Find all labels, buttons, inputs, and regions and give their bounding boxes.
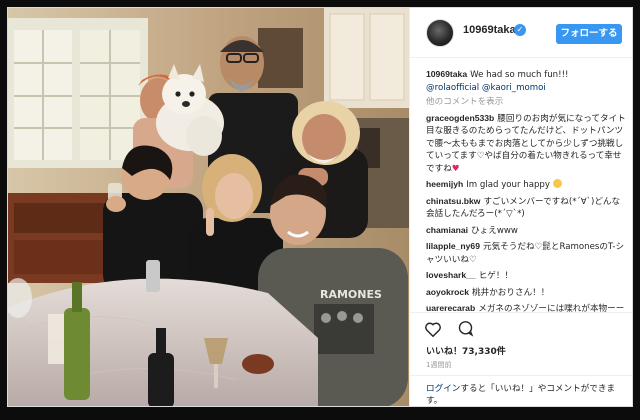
list-item: graceogden533b 腰回りのお肉が気になってタイト目な服きるのためらって… [426, 112, 626, 176]
list-item: uarerecarabメガネのネゾゾーには喋れが本物ーー口 [426, 302, 626, 312]
comment-text: ひょえwww [471, 225, 518, 236]
likes-count[interactable]: いいね！73,330件 [426, 344, 506, 357]
login-link[interactable]: ログイン [426, 384, 460, 394]
comment-username[interactable]: chamianai [426, 225, 468, 235]
comment-username[interactable]: chinatsu.bkw [426, 196, 480, 206]
list-item: chinatsu.bkw すごいメンバーですね(*´∀`)どんな会話したんだろー(… [426, 195, 626, 221]
caption-mentions[interactable]: @rolaofficial @kaori_momoi [426, 82, 626, 95]
header-username[interactable]: 10969taka [463, 24, 516, 36]
avatar[interactable] [426, 19, 454, 47]
heart-icon[interactable] [424, 321, 442, 341]
comment-username[interactable]: uarerecarab [426, 303, 475, 312]
post-header: 10969taka ✓ フォローする [410, 8, 632, 58]
comment-username[interactable]: heemijyh [426, 179, 463, 189]
list-item: loveshark__ ヒゲ！！ [426, 269, 626, 283]
smile-emoji-icon [552, 179, 562, 188]
post-photo[interactable]: RAMONES [8, 8, 409, 406]
comments-list: 10969taka We had so much fun!!! @rolaoffi… [426, 68, 626, 312]
list-item: lilapple_ny69 元気そうだね♡髭とRamonesのT-シャツいいね♡ [426, 240, 626, 266]
caption: 10969taka We had so much fun!!! @rolaoffi… [426, 68, 626, 109]
verified-badge-icon: ✓ [514, 24, 526, 36]
comment-username[interactable]: loveshark__ [426, 270, 476, 280]
caption-username[interactable]: 10969taka [426, 69, 467, 79]
post-actions: いいね！73,330件 1週間前 ログインすると「いいね！」やコメントができます… [410, 312, 632, 406]
comment-username[interactable]: graceogden533b [426, 113, 494, 123]
svg-text:RAMONES: RAMONES [320, 288, 382, 301]
party-photo-image: RAMONES [8, 8, 409, 406]
caption-text: We had so much fun!!! [470, 70, 569, 80]
action-icons [424, 320, 484, 341]
comment-username[interactable]: aoyokrock [426, 287, 469, 297]
comment-text: 桃井かおりさん！！ [472, 287, 550, 298]
comment-text: Im glad your happy [466, 180, 550, 190]
list-item: chamianai ひょえwww [426, 224, 626, 238]
list-item: aoyokrock 桃井かおりさん！！ [426, 286, 626, 300]
post-sidebar: 10969taka ✓ フォローする 10969taka We had so mu… [409, 8, 632, 406]
comment-icon[interactable] [457, 320, 474, 341]
comment-username[interactable]: lilapple_ny69 [426, 241, 480, 251]
follow-button[interactable]: フォローする [556, 24, 622, 44]
comment-text: ヒゲ！！ [478, 271, 514, 281]
list-item: heemijyh Im glad your happy [426, 178, 626, 192]
instagram-post-modal: RAMONES 10969taka ✓ フォローする 10969taka We … [7, 7, 633, 407]
heart-emoji-icon: ♥ [451, 163, 460, 174]
load-more-comments-link[interactable]: 他のコメントを表示 [426, 96, 626, 109]
login-prompt: ログインすると「いいね！」やコメントができます。 [410, 375, 632, 406]
post-timestamp: 1週間前 [426, 361, 452, 369]
